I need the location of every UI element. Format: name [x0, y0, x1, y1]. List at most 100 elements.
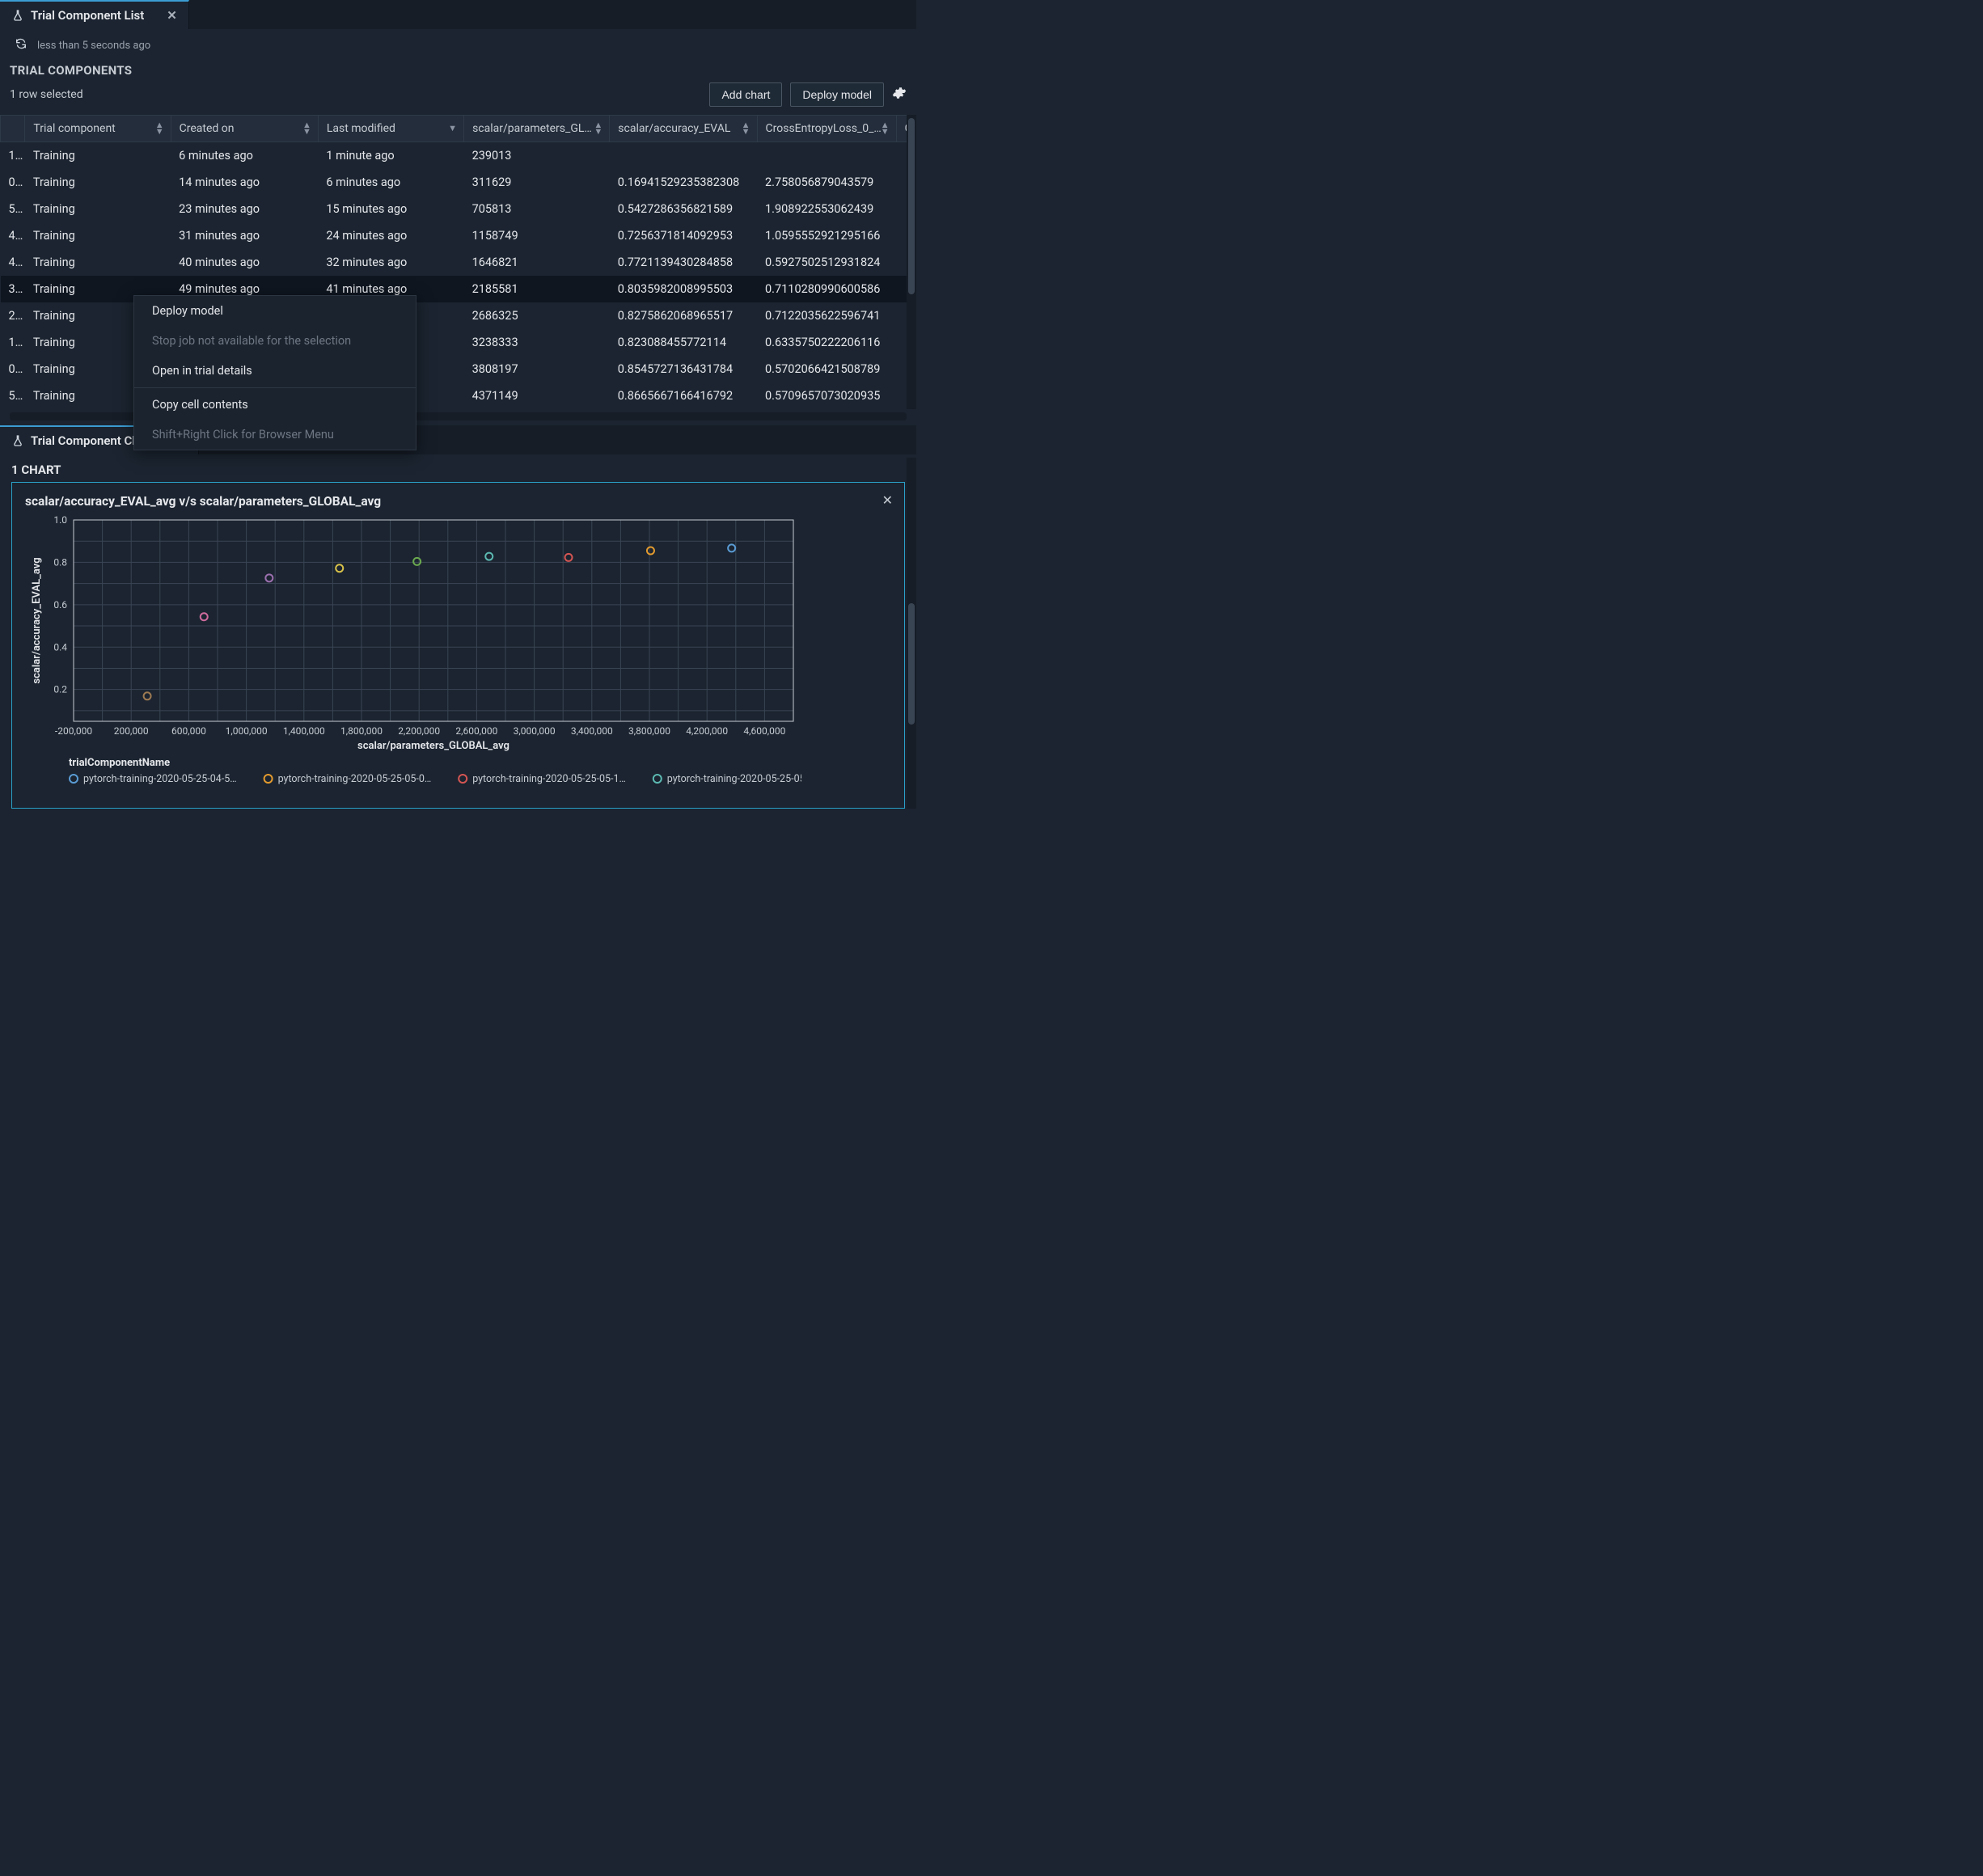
- svg-text:pytorch-training-2020-05-25-05: pytorch-training-2020-05-25-05-1…: [472, 773, 626, 785]
- svg-text:3,000,000: 3,000,000: [514, 725, 556, 737]
- svg-text:pytorch-training-2020-05-25-05: pytorch-training-2020-05-25-05-2…: [667, 773, 801, 785]
- gear-icon[interactable]: [892, 86, 907, 104]
- selection-text: 1 row selected: [10, 88, 83, 101]
- menu-deploy-model[interactable]: Deploy model: [134, 296, 416, 326]
- table-cell: 311629: [464, 169, 610, 196]
- scatter-plot[interactable]: -200,000200,000600,0001,000,0001,400,000…: [25, 515, 801, 798]
- table-cell: 1 minute ago: [318, 142, 463, 169]
- table-row[interactable]: 0…Training14 minutes ago6 minutes ago311…: [1, 169, 916, 196]
- refresh-text: less than 5 seconds ago: [37, 40, 150, 52]
- table-cell: 6 minutes ago: [318, 169, 463, 196]
- table-cell: 239013: [464, 142, 610, 169]
- svg-text:1.0: 1.0: [53, 515, 67, 526]
- list-tab-title: Trial Component List: [31, 8, 144, 23]
- table-row[interactable]: 4…Training31 minutes ago24 minutes ago11…: [1, 222, 916, 249]
- flask-icon: [11, 434, 24, 447]
- svg-text:200,000: 200,000: [114, 725, 149, 737]
- list-tab-bar: Trial Component List ✕: [0, 0, 916, 29]
- table-cell: 705813: [464, 196, 610, 222]
- svg-text:-200,000: -200,000: [55, 725, 92, 737]
- table-cell: Training: [25, 222, 171, 249]
- svg-text:4,200,000: 4,200,000: [686, 725, 728, 737]
- section-title: TRIAL COMPONENTS: [0, 58, 916, 81]
- table-cell: 2.758056879043579: [757, 169, 896, 196]
- col-created-on[interactable]: Created on▲▼: [171, 116, 318, 142]
- col-idx[interactable]: [1, 116, 25, 142]
- table-cell: 1.0595552921295166: [757, 222, 896, 249]
- table-cell: 0.7256371814092953: [610, 222, 757, 249]
- col-trial-component[interactable]: Trial component▲▼: [25, 116, 171, 142]
- sort-icon[interactable]: ▲▼: [881, 122, 890, 135]
- table-cell: 4…: [1, 249, 25, 276]
- table-cell: 4…: [1, 222, 25, 249]
- table-cell: 0.8665667166416792: [610, 382, 757, 409]
- sort-icon[interactable]: ▲▼: [155, 122, 164, 135]
- table-cell: 1…: [1, 329, 25, 356]
- table-cell: 15 minutes ago: [318, 196, 463, 222]
- table-cell: [610, 142, 757, 169]
- deploy-model-button[interactable]: Deploy model: [790, 82, 884, 107]
- close-icon[interactable]: ✕: [167, 8, 177, 23]
- close-icon[interactable]: ✕: [882, 492, 893, 508]
- table-cell: 0.6335750222206116: [757, 329, 896, 356]
- col-parameters-global[interactable]: scalar/parameters_GL…▲▼: [464, 116, 610, 142]
- table-cell: 1158749: [464, 222, 610, 249]
- svg-text:0.4: 0.4: [53, 641, 67, 653]
- table-cell: [757, 142, 896, 169]
- svg-text:pytorch-training-2020-05-25-05: pytorch-training-2020-05-25-05-0…: [278, 773, 432, 785]
- table-row[interactable]: 1…Training6 minutes ago1 minute ago23901…: [1, 142, 916, 169]
- trial-component-chart-panel: Trial Component Chart ✕ 1 CHART scalar/a…: [0, 425, 916, 809]
- table-cell: 14 minutes ago: [171, 169, 318, 196]
- col-last-modified[interactable]: Last modified▼: [318, 116, 463, 142]
- table-cell: 2686325: [464, 302, 610, 329]
- add-chart-button[interactable]: Add chart: [709, 82, 782, 107]
- chart-section-title: 1 CHART: [0, 454, 916, 482]
- table-cell: 0.5709657073020935: [757, 382, 896, 409]
- table-cell: 3…: [1, 276, 25, 302]
- table-cell: 0.823088455772114: [610, 329, 757, 356]
- refresh-icon[interactable]: [15, 37, 27, 53]
- table-row[interactable]: 5…Training23 minutes ago15 minutes ago70…: [1, 196, 916, 222]
- svg-text:1,000,000: 1,000,000: [226, 725, 268, 737]
- table-cell: 3808197: [464, 356, 610, 382]
- table-cell: 0.16941529235382308: [610, 169, 757, 196]
- table-cell: 2…: [1, 302, 25, 329]
- sort-icon[interactable]: ▲▼: [742, 122, 750, 135]
- svg-text:4,600,000: 4,600,000: [743, 725, 785, 737]
- menu-separator: [134, 387, 416, 388]
- svg-text:2,600,000: 2,600,000: [455, 725, 497, 737]
- table-cell: Training: [25, 142, 171, 169]
- sort-icon[interactable]: ▲▼: [302, 122, 311, 135]
- table-cell: 6 minutes ago: [171, 142, 318, 169]
- table-cell: 0.5702066421508789: [757, 356, 896, 382]
- list-tab[interactable]: Trial Component List ✕: [0, 0, 189, 29]
- table-cell: 40 minutes ago: [171, 249, 318, 276]
- chart-card: scalar/accuracy_EVAL_avg v/s scalar/para…: [11, 482, 905, 809]
- table-cell: 23 minutes ago: [171, 196, 318, 222]
- vertical-scrollbar[interactable]: [907, 115, 916, 409]
- svg-text:trialComponentName: trialComponentName: [69, 757, 170, 769]
- table-row[interactable]: 4…Training40 minutes ago32 minutes ago16…: [1, 249, 916, 276]
- svg-text:0.8: 0.8: [53, 556, 67, 568]
- menu-open-trial-details[interactable]: Open in trial details: [134, 356, 416, 386]
- table-cell: 3238333: [464, 329, 610, 356]
- vertical-scrollbar[interactable]: [907, 458, 916, 809]
- svg-text:0.2: 0.2: [53, 683, 67, 695]
- table-cell: 0.5927502512931824: [757, 249, 896, 276]
- svg-text:scalar/parameters_GLOBAL_avg: scalar/parameters_GLOBAL_avg: [357, 740, 509, 752]
- sort-icon[interactable]: ▲▼: [594, 122, 603, 135]
- flask-icon: [11, 9, 24, 22]
- table-header-row: Trial component▲▼ Created on▲▼ Last modi…: [1, 116, 916, 142]
- table-cell: 4371149: [464, 382, 610, 409]
- menu-copy-cell[interactable]: Copy cell contents: [134, 390, 416, 420]
- col-accuracy-eval[interactable]: scalar/accuracy_EVAL▲▼: [610, 116, 757, 142]
- table-cell: Training: [25, 169, 171, 196]
- table-cell: 1.908922553062439: [757, 196, 896, 222]
- svg-text:3,800,000: 3,800,000: [628, 725, 670, 737]
- context-menu: Deploy model Stop job not available for …: [133, 295, 416, 450]
- table-cell: 5…: [1, 196, 25, 222]
- svg-text:0.6: 0.6: [53, 598, 67, 610]
- col-crossentropy[interactable]: CrossEntropyLoss_0_…▲▼: [757, 116, 896, 142]
- chevron-down-icon[interactable]: ▼: [448, 125, 457, 132]
- svg-text:2,200,000: 2,200,000: [398, 725, 440, 737]
